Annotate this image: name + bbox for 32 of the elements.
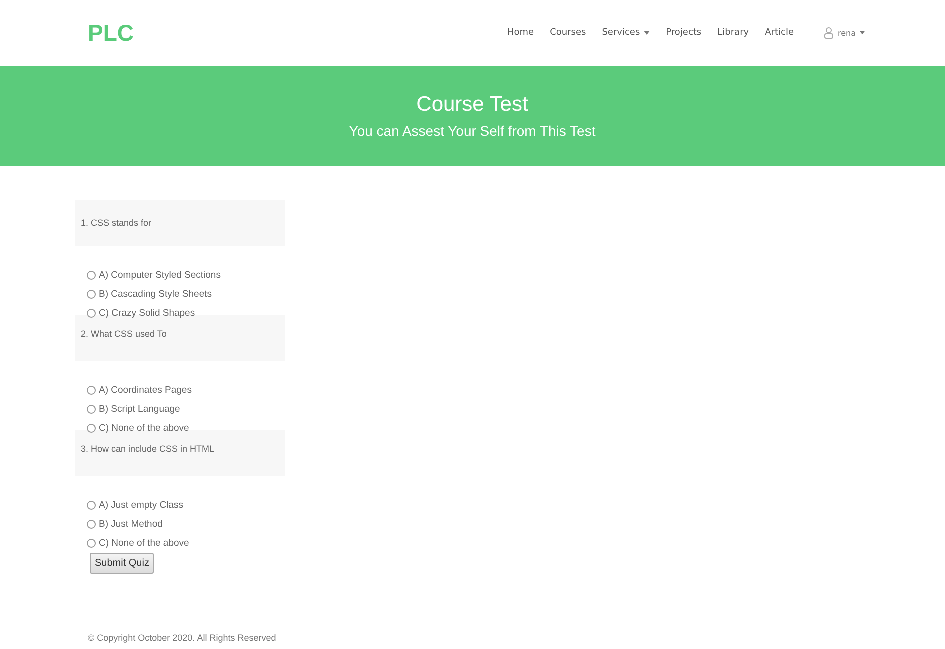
submit-button[interactable]: Submit Quiz <box>90 553 154 574</box>
user-menu[interactable]: rena <box>824 27 865 39</box>
radio-button[interactable] <box>87 290 96 299</box>
question-text: 1. CSS stands for <box>81 218 152 228</box>
banner-title: Course Test <box>416 93 528 117</box>
answer-option[interactable]: B) Just Method <box>87 515 190 534</box>
copyright-text: © Copyright October 2020. All Rights Reserved <box>87 633 278 645</box>
question-text: 2. What CSS used To <box>81 329 167 339</box>
radio-button[interactable] <box>87 309 96 318</box>
nav-link[interactable]: Services <box>602 28 650 38</box>
radio-button[interactable] <box>87 539 96 548</box>
answer-option[interactable]: A) Coordinates Pages <box>87 381 192 400</box>
user-icon <box>824 27 834 39</box>
answer-option[interactable]: B) Cascading Style Sheets <box>87 285 221 304</box>
radio-button[interactable] <box>87 501 96 510</box>
answer-option[interactable]: B) Script Language <box>87 400 192 419</box>
caret-icon <box>860 31 865 35</box>
question-text: 3. How can include CSS in HTML <box>81 444 215 454</box>
nav-link[interactable]: Article <box>765 28 794 38</box>
banner-subtitle: You can Assest Your Self from This Test <box>349 123 596 139</box>
answer-option[interactable]: A) Just empty Class <box>87 496 190 515</box>
nav-link[interactable]: Library <box>718 28 750 38</box>
answer-option[interactable]: A) Computer Styled Sections <box>87 266 221 285</box>
nav-link[interactable]: Courses <box>550 28 586 38</box>
answer-option[interactable]: C) None of the above <box>87 534 190 553</box>
nav-link[interactable]: Projects <box>666 28 702 38</box>
radio-button[interactable] <box>87 386 96 395</box>
radio-button[interactable] <box>87 271 96 280</box>
radio-button[interactable] <box>87 520 96 529</box>
nav-link[interactable]: Home <box>507 28 534 38</box>
radio-button[interactable] <box>87 405 96 414</box>
radio-button[interactable] <box>87 424 96 433</box>
